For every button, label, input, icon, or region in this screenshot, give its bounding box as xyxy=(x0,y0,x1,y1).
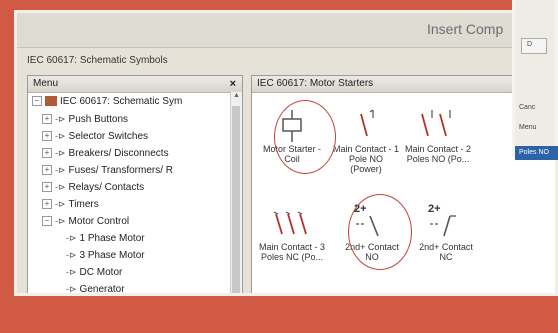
symbol-label-line1: Main Contact - 3 xyxy=(258,242,326,252)
symbol-label-line2: Pole NO (Power) xyxy=(348,154,383,174)
tree-item-label: Breakers/ Disconnects xyxy=(68,148,169,159)
symbol-node-icon: -⊳ xyxy=(55,165,66,175)
tree-item-3-phase-motor[interactable]: -⊳ 3 Phase Motor xyxy=(66,248,145,262)
symbol-main-contact-1-pole[interactable]: Main Contact - 1 Pole NO (Power) xyxy=(332,106,400,174)
tree-item-label: Push Buttons xyxy=(68,114,129,125)
symbol-label-line1: Main Contact - 1 xyxy=(332,144,400,154)
symbol-label-line1: 2nd+ Contact xyxy=(419,242,473,252)
contact-1-pole-no-icon xyxy=(360,109,374,137)
symbol-node-icon: -⊳ xyxy=(55,182,66,192)
symbol-main-contact-3-poles[interactable]: Main Contact - 3 Poles NC (Po... xyxy=(258,204,326,262)
dialog-title: Insert Comp xyxy=(427,21,504,37)
expand-icon[interactable]: + xyxy=(42,131,52,142)
tree-item-fuses[interactable]: + -⊳ Fuses/ Transformers/ R xyxy=(42,163,173,177)
symbol-label-line2: NC xyxy=(439,252,453,262)
symbol-node-icon: -⊳ xyxy=(66,267,77,277)
symbol-node-icon: -⊳ xyxy=(66,250,77,260)
menu-header-label: Menu xyxy=(33,78,59,89)
inset-selected-item[interactable]: Poles NO xyxy=(515,146,558,160)
symbol-node-icon: -⊳ xyxy=(55,114,66,124)
tree-item-relays[interactable]: + -⊳ Relays/ Contacts xyxy=(42,180,144,194)
folder-icon xyxy=(45,96,57,107)
tree-item-motor-control[interactable]: − -⊳ Motor Control xyxy=(42,214,129,228)
inset-button[interactable]: D xyxy=(521,38,547,54)
tree-item-label: DC Motor xyxy=(79,267,123,278)
tree-item-dc-motor[interactable]: -⊳ DC Motor xyxy=(66,265,122,279)
symbol-node-icon: -⊳ xyxy=(55,216,66,226)
symbol-main-contact-2-poles[interactable]: Main Contact - 2 Poles NO (Po... xyxy=(404,106,472,164)
menu-pane: Menu × − IEC 60617: Schematic Sym + -⊳ Push… xyxy=(27,75,243,295)
tree-item-label: Selector Switches xyxy=(68,131,149,142)
tree-item-iec-root[interactable]: − IEC 60617: Schematic Sym xyxy=(32,95,182,109)
collapse-icon[interactable]: − xyxy=(42,216,52,227)
tree-item-label: Fuses/ Transformers/ R xyxy=(68,165,174,176)
expand-icon[interactable]: + xyxy=(42,165,52,176)
symbols-header-label: IEC 60617: Motor Starters xyxy=(257,78,374,89)
symbol-label-line2: Poles NC (Po... xyxy=(260,252,324,262)
expand-icon[interactable]: + xyxy=(42,114,52,125)
library-title: IEC 60617: Schematic Symbols xyxy=(27,55,168,66)
expand-icon[interactable]: + xyxy=(42,148,52,159)
inset-selected-label: Poles NO xyxy=(519,149,549,156)
symbol-node-icon: -⊳ xyxy=(55,131,66,141)
tree-item-label: Timers xyxy=(68,199,99,210)
scroll-thumb[interactable] xyxy=(232,106,240,293)
symbol-2nd-contact-nc[interactable]: 2+ 2nd+ Contact NC xyxy=(412,200,480,262)
tree-item-generator[interactable]: -⊳ Generator xyxy=(66,282,125,295)
tree-item-label: 3 Phase Motor xyxy=(79,250,145,261)
tree-item-label: Generator xyxy=(79,284,125,295)
tree-item-selector-switches[interactable]: + -⊳ Selector Switches xyxy=(42,129,148,143)
tree-item-1-phase-motor[interactable]: -⊳ 1 Phase Motor xyxy=(66,231,145,245)
dialog-titlebar: Insert Comp xyxy=(17,13,555,48)
tree-item-breakers[interactable]: + -⊳ Breakers/ Disconnects xyxy=(42,146,169,160)
inset-dialog-preview: D Canc Menu Poles NO xyxy=(512,0,558,160)
close-icon[interactable]: × xyxy=(230,76,236,92)
inset-text-2: Menu xyxy=(519,124,537,131)
collapse-icon[interactable]: − xyxy=(32,96,42,107)
contact-2-pole-no-icon xyxy=(421,110,451,137)
menu-scrollbar[interactable]: ▲ xyxy=(230,92,242,293)
expand-icon[interactable]: + xyxy=(42,199,52,210)
inset-button-label: D xyxy=(527,41,533,48)
tree-item-label: Relays/ Contacts xyxy=(68,182,145,193)
aux-contact-nc-icon: 2+ xyxy=(428,203,456,237)
symbol-node-icon: -⊳ xyxy=(66,233,77,243)
contact-tag-text: 2+ xyxy=(428,203,441,215)
scroll-up-icon[interactable]: ▲ xyxy=(231,92,242,103)
tree-item-label: IEC 60617: Schematic Sym xyxy=(60,96,183,107)
symbol-label-line1: Main Contact - 2 xyxy=(404,144,472,154)
inset-text-1: Canc xyxy=(519,104,536,111)
tree-item-label: Motor Control xyxy=(68,216,130,227)
symbol-label-line2: Poles NO (Po... xyxy=(406,154,470,164)
symbol-node-icon: -⊳ xyxy=(55,148,66,158)
highlight-circle xyxy=(348,194,412,270)
highlight-circle xyxy=(274,100,336,174)
symbol-node-icon: -⊳ xyxy=(66,284,77,294)
menu-tree: − IEC 60617: Schematic Sym + -⊳ Push Button… xyxy=(28,93,242,295)
menu-header: Menu × xyxy=(28,76,242,93)
tree-item-label: 1 Phase Motor xyxy=(79,233,145,244)
contact-3-pole-nc-icon xyxy=(273,211,307,235)
symbol-node-icon: -⊳ xyxy=(55,199,66,209)
tree-item-push-buttons[interactable]: + -⊳ Push Buttons xyxy=(42,112,128,126)
insert-component-dialog: Insert Comp IEC 60617: Schematic Symbols… xyxy=(14,10,558,296)
expand-icon[interactable]: + xyxy=(42,182,52,193)
tree-item-timers[interactable]: + -⊳ Timers xyxy=(42,197,99,211)
